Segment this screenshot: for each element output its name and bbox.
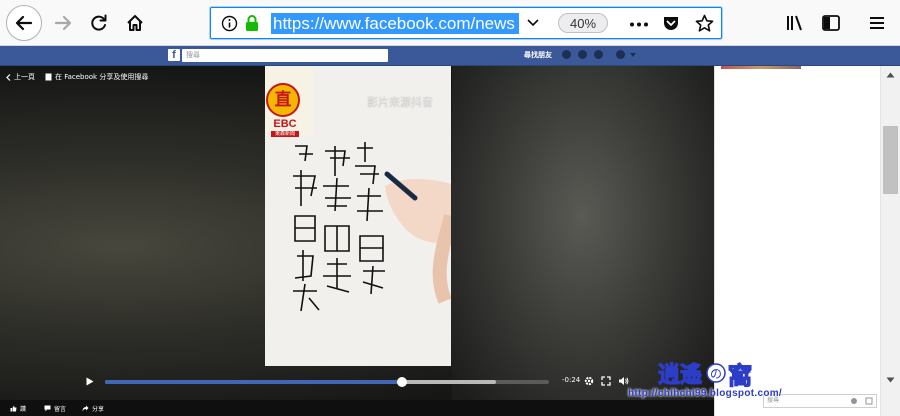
- post-link[interactable]: 在 Facebook 分享及使用搜尋: [45, 72, 148, 82]
- time-remaining: -0:24: [562, 376, 581, 384]
- video-content: [265, 66, 451, 366]
- comment-icon: [44, 405, 51, 412]
- hamburger-icon: [870, 17, 884, 29]
- badge-bottom: EBC: [273, 118, 297, 130]
- like-label: 讚: [20, 406, 27, 413]
- blog-watermark: 逍遙 の 窩 http://chihchi99.blogspot.com/: [618, 356, 808, 406]
- forward-button[interactable]: [48, 8, 78, 38]
- back-button[interactable]: [6, 5, 42, 41]
- menu-button[interactable]: [862, 8, 892, 38]
- like-button[interactable]: 讚: [10, 404, 26, 413]
- notifications-icon[interactable]: [594, 50, 603, 59]
- progress-knob[interactable]: [397, 377, 408, 387]
- viewer-top-bar: 上一頁 在 Facebook 分享及使用搜尋: [6, 72, 148, 82]
- video-caption: 影片來源抖音: [367, 96, 433, 109]
- settings-gear-icon[interactable]: [584, 376, 594, 386]
- chevron-down-icon[interactable]: [527, 18, 539, 28]
- pocket-icon[interactable]: [662, 15, 680, 32]
- fb-user-link[interactable]: 尋找朋友: [524, 50, 552, 60]
- more-dots-icon[interactable]: [629, 22, 649, 27]
- post-actions: 讚 留言 分享: [0, 400, 714, 416]
- chat-expand-icon[interactable]: [865, 397, 873, 405]
- lock-icon[interactable]: [244, 14, 260, 32]
- zoom-level[interactable]: 40%: [558, 13, 608, 33]
- chat-settings-icon[interactable]: [850, 397, 858, 405]
- facebook-logo[interactable]: f: [168, 49, 180, 61]
- reload-button[interactable]: [84, 8, 114, 38]
- library-button[interactable]: [780, 8, 810, 38]
- svg-text:窩: 窩: [728, 362, 752, 390]
- watermark-url: http://chihchi99.blogspot.com/: [628, 388, 782, 399]
- share-button[interactable]: 分享: [82, 404, 104, 413]
- page-scrollbar[interactable]: [880, 66, 900, 416]
- share-label: 分享: [92, 406, 105, 413]
- comment-label: 留言: [54, 406, 67, 413]
- library-icon: [787, 15, 802, 31]
- video-frame[interactable]: 直 EBC 東森新聞 影片來源抖音: [265, 66, 451, 366]
- back-label: 上一頁: [14, 73, 35, 81]
- reload-icon: [91, 14, 107, 31]
- fullscreen-icon[interactable]: [601, 376, 611, 386]
- post-label: 在 Facebook 分享及使用搜尋: [55, 73, 149, 81]
- help-icon[interactable]: [616, 50, 625, 59]
- thumbs-up-icon: [10, 405, 17, 412]
- url-text[interactable]: https://www.facebook.com/news: [271, 13, 519, 34]
- thumbnail-strip[interactable]: [721, 66, 801, 69]
- scroll-up-icon[interactable]: [886, 72, 895, 78]
- sidebar-toggle-button[interactable]: [816, 8, 846, 38]
- back-link[interactable]: 上一頁: [6, 72, 35, 82]
- badge-top: 直: [274, 90, 292, 110]
- messages-icon[interactable]: [578, 50, 587, 59]
- browser-toolbar: https://www.facebook.com/news 40%: [0, 0, 900, 46]
- chevron-left-icon: [6, 73, 11, 81]
- progress-bar[interactable]: [105, 377, 549, 387]
- progress-played: [105, 380, 403, 384]
- facebook-header: f 搜尋 尋找朋友: [0, 46, 900, 66]
- share-arrow-icon: [82, 405, 89, 412]
- url-bar[interactable]: https://www.facebook.com/news 40%: [210, 7, 722, 39]
- svg-text:逍遙: 逍遙: [658, 362, 702, 388]
- video-viewer: 上一頁 在 Facebook 分享及使用搜尋 直 EBC 東森新聞 影片來源抖音…: [0, 66, 714, 416]
- sidebar-icon: [822, 15, 840, 31]
- play-icon[interactable]: [86, 377, 94, 386]
- badge-subtitle: 東森新聞: [271, 131, 299, 137]
- info-icon[interactable]: [221, 15, 238, 32]
- arrow-left-icon: [15, 15, 33, 31]
- fb-search-input[interactable]: 搜尋: [182, 49, 388, 62]
- scroll-thumb[interactable]: [883, 126, 898, 194]
- page-icon: [45, 73, 52, 81]
- bookmark-star-icon[interactable]: [695, 14, 714, 33]
- friends-icon[interactable]: [562, 50, 571, 59]
- video-controls: -0:24: [0, 366, 714, 398]
- arrow-right-icon: [54, 15, 72, 31]
- home-icon: [127, 15, 143, 31]
- svg-text:の: の: [710, 367, 722, 381]
- home-button[interactable]: [120, 8, 150, 38]
- watermark-logo: 逍遙 の 窩: [658, 361, 753, 390]
- scroll-down-icon[interactable]: [886, 377, 895, 383]
- account-chevron-icon[interactable]: [630, 53, 636, 58]
- comment-button[interactable]: 留言: [44, 404, 66, 413]
